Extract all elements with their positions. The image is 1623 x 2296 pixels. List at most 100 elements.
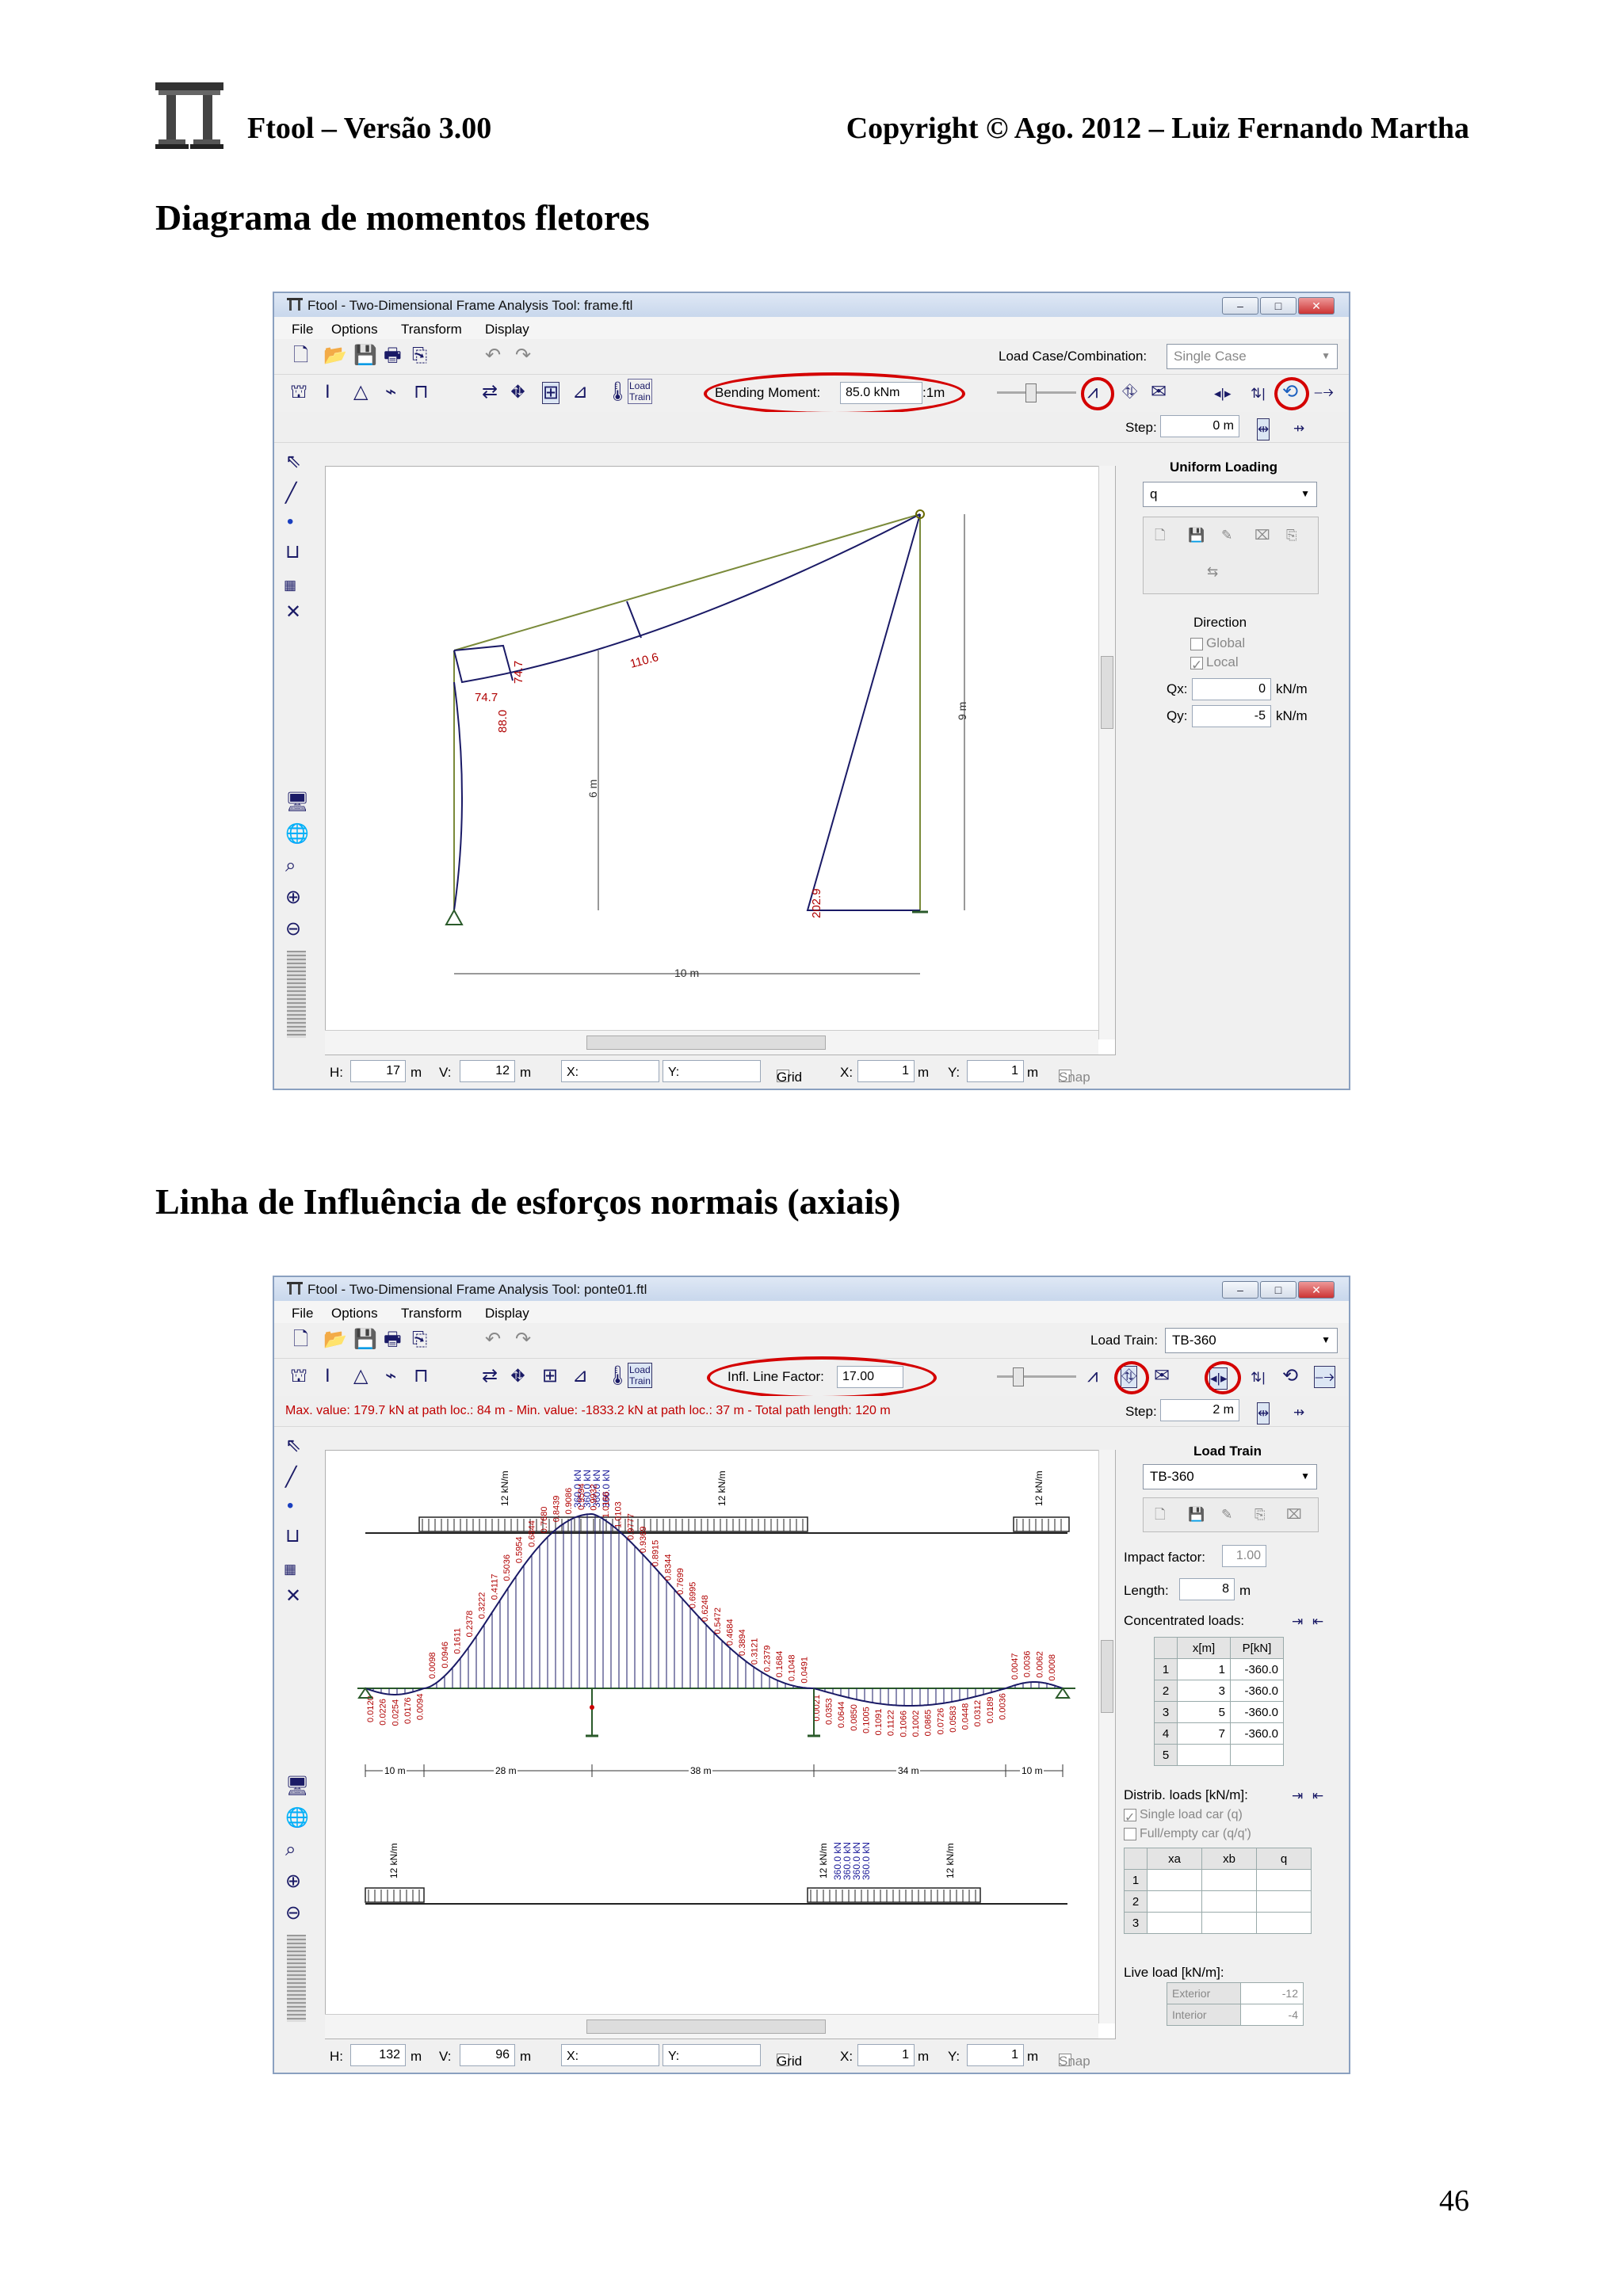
impact-factor-input[interactable]: 1.00 (1222, 1545, 1266, 1567)
menu-transform[interactable]: Transform (401, 322, 462, 338)
globe-icon[interactable]: 🌐 (285, 824, 309, 845)
section-icon[interactable]: I (325, 1366, 330, 1386)
length-input[interactable]: 8 (1179, 1578, 1235, 1600)
member-icon[interactable]: ⊓ (414, 382, 429, 402)
results-icon[interactable]: ⛖ (510, 1366, 525, 1386)
v-input[interactable]: 96 (460, 2044, 515, 2066)
line-tool-icon[interactable]: ╱ (285, 483, 296, 504)
envelope-icon[interactable]: ✉ (1154, 1366, 1170, 1386)
frame-icon[interactable]: ⛫ (290, 382, 307, 402)
load-icon[interactable]: ⇄ (482, 382, 498, 402)
moment-icon[interactable]: ⟲ (1282, 1366, 1298, 1386)
influence-icon[interactable]: ⤍ (1314, 1366, 1335, 1388)
open-file-icon[interactable]: 📂 (323, 345, 347, 366)
save-train-icon[interactable]: 💾 (1188, 1505, 1205, 1525)
menu-display[interactable]: Display (485, 322, 529, 338)
distributed-load-icon[interactable]: ⊞ (542, 382, 560, 404)
maximize-button[interactable]: □ (1260, 297, 1296, 315)
add-row-icon[interactable]: ⇥ (1292, 1786, 1303, 1806)
grid-tool-icon[interactable]: ▦ (284, 575, 296, 596)
copy-load-icon[interactable]: ⎘ (1286, 525, 1297, 546)
line-tool-icon[interactable]: ╱ (285, 1467, 296, 1488)
new-train-icon[interactable]: 🗋 (1155, 1505, 1166, 1525)
zoom-slider[interactable] (287, 951, 306, 1038)
qy-input[interactable]: -5 (1192, 705, 1271, 727)
deformed-icon[interactable]: ⛗ (1122, 382, 1137, 402)
close-button[interactable]: ✕ (1298, 297, 1335, 315)
vertical-scrollbar[interactable] (1098, 466, 1115, 1039)
zoom-icon[interactable]: ⌕ (285, 856, 296, 876)
step-play-icon[interactable]: ⇹ (1257, 418, 1270, 441)
zoom-in-icon[interactable]: ⊕ (285, 887, 301, 908)
grid-y-input[interactable]: 1 (967, 2044, 1024, 2066)
dimension-icon[interactable]: ⊔ (285, 1526, 300, 1547)
undo-icon[interactable]: ↶ (485, 1329, 501, 1350)
redo-icon[interactable]: ↷ (515, 345, 531, 366)
save-icon[interactable]: 💾 (353, 1329, 377, 1350)
exterior-value[interactable]: -12 (1240, 1982, 1304, 2004)
temperature-icon[interactable]: 🌡 (605, 382, 629, 402)
apply-load-icon[interactable]: ⇆ (1207, 562, 1218, 582)
delete-icon[interactable]: ✕ (285, 602, 301, 623)
add-row-icon[interactable]: ⇥ (1292, 1611, 1303, 1632)
dimension-icon[interactable]: ⊔ (285, 542, 300, 563)
horizontal-scrollbar[interactable] (325, 1030, 1098, 1055)
undo-icon[interactable]: ↶ (485, 345, 501, 366)
single-car-checkbox[interactable]: ✓ Single load car (q) (1124, 1808, 1243, 1825)
shear-icon[interactable]: ⇅| (1251, 383, 1266, 404)
grid-x-input[interactable]: 1 (857, 1060, 915, 1082)
menu-display[interactable]: Display (485, 1306, 529, 1322)
influence-icon[interactable]: ⤍ (1314, 382, 1334, 402)
menu-file[interactable]: File (292, 1306, 313, 1322)
load-train-select[interactable]: TB-360 (1165, 1328, 1338, 1353)
load-train-icon[interactable]: Load Train (628, 379, 652, 404)
print-icon[interactable]: 🖶 (384, 1329, 402, 1350)
monitor-icon[interactable]: 🖥 (285, 1776, 309, 1797)
scale-slider[interactable] (997, 383, 1076, 402)
grid-x-input[interactable]: 1 (857, 2044, 915, 2066)
h-input[interactable]: 132 (350, 2044, 406, 2066)
grid-y-input[interactable]: 1 (967, 1060, 1024, 1082)
load-train-panel-select[interactable]: TB-360 (1143, 1464, 1317, 1489)
globe-icon[interactable]: 🌐 (285, 1808, 309, 1829)
open-file-icon[interactable]: 📂 (323, 1329, 347, 1350)
member-icon[interactable]: ⊓ (414, 1366, 429, 1386)
copy-icon[interactable]: ⎘ (412, 1329, 427, 1350)
node-tool-icon[interactable]: • (287, 1496, 293, 1516)
step-input[interactable]: 0 m (1160, 415, 1239, 437)
local-checkbox[interactable]: ✓ Local (1190, 654, 1239, 673)
remove-row-icon[interactable]: ⇤ (1312, 1611, 1323, 1632)
axial-icon[interactable]: ◂|▸ (1214, 383, 1231, 404)
minimize-button[interactable]: – (1222, 1281, 1258, 1299)
zoom-in-icon[interactable]: ⊕ (285, 1871, 301, 1892)
support-icon[interactable]: △ (353, 1366, 368, 1386)
results-icon[interactable]: ⛖ (510, 382, 525, 402)
infl-factor-input[interactable]: 17.00 (837, 1366, 903, 1388)
moment-diagram-icon[interactable]: ⩘ (1087, 1366, 1098, 1386)
menu-transform[interactable]: Transform (401, 1306, 462, 1322)
save-icon[interactable]: 💾 (353, 345, 377, 366)
delete-load-icon[interactable]: ⌧ (1254, 525, 1270, 546)
v-input[interactable]: 12 (460, 1060, 515, 1082)
zoom-icon[interactable]: ⌕ (285, 1840, 296, 1860)
new-load-icon[interactable]: 🗋 (1155, 525, 1166, 546)
temperature-icon[interactable]: 🌡 (605, 1366, 629, 1386)
envelope-icon[interactable]: ✉ (1151, 382, 1167, 402)
delete-icon[interactable]: ✕ (285, 1586, 301, 1607)
node-tool-icon[interactable]: • (287, 512, 293, 532)
redo-icon[interactable]: ↷ (515, 1329, 531, 1350)
support-icon[interactable]: △ (353, 382, 368, 402)
edit-load-icon[interactable]: ✎ (1221, 525, 1232, 546)
linear-load-icon[interactable]: ⊿ (572, 1366, 588, 1386)
live-load-table[interactable]: Exterior -12 Interior -4 (1167, 1982, 1304, 2026)
h-input[interactable]: 17 (350, 1060, 406, 1082)
conc-loads-table[interactable]: x[m] P[kN] 1 1 -360.0 2 3 -360.0 3 5 -360.0 47-… (1154, 1637, 1284, 1766)
step-ruler-icon[interactable]: ⇸ (1293, 1402, 1304, 1423)
bending-moment-scale-input[interactable]: 85.0 kNm (840, 382, 922, 404)
maximize-button[interactable]: □ (1260, 1281, 1296, 1299)
distrib-loads-table[interactable]: xa xb q 1 2 3 (1124, 1848, 1312, 1934)
global-checkbox[interactable]: Global (1190, 635, 1245, 651)
step-play-icon[interactable]: ⇹ (1257, 1402, 1270, 1425)
new-file-icon[interactable]: 🗋 (293, 345, 308, 366)
remove-row-icon[interactable]: ⇤ (1312, 1786, 1323, 1806)
